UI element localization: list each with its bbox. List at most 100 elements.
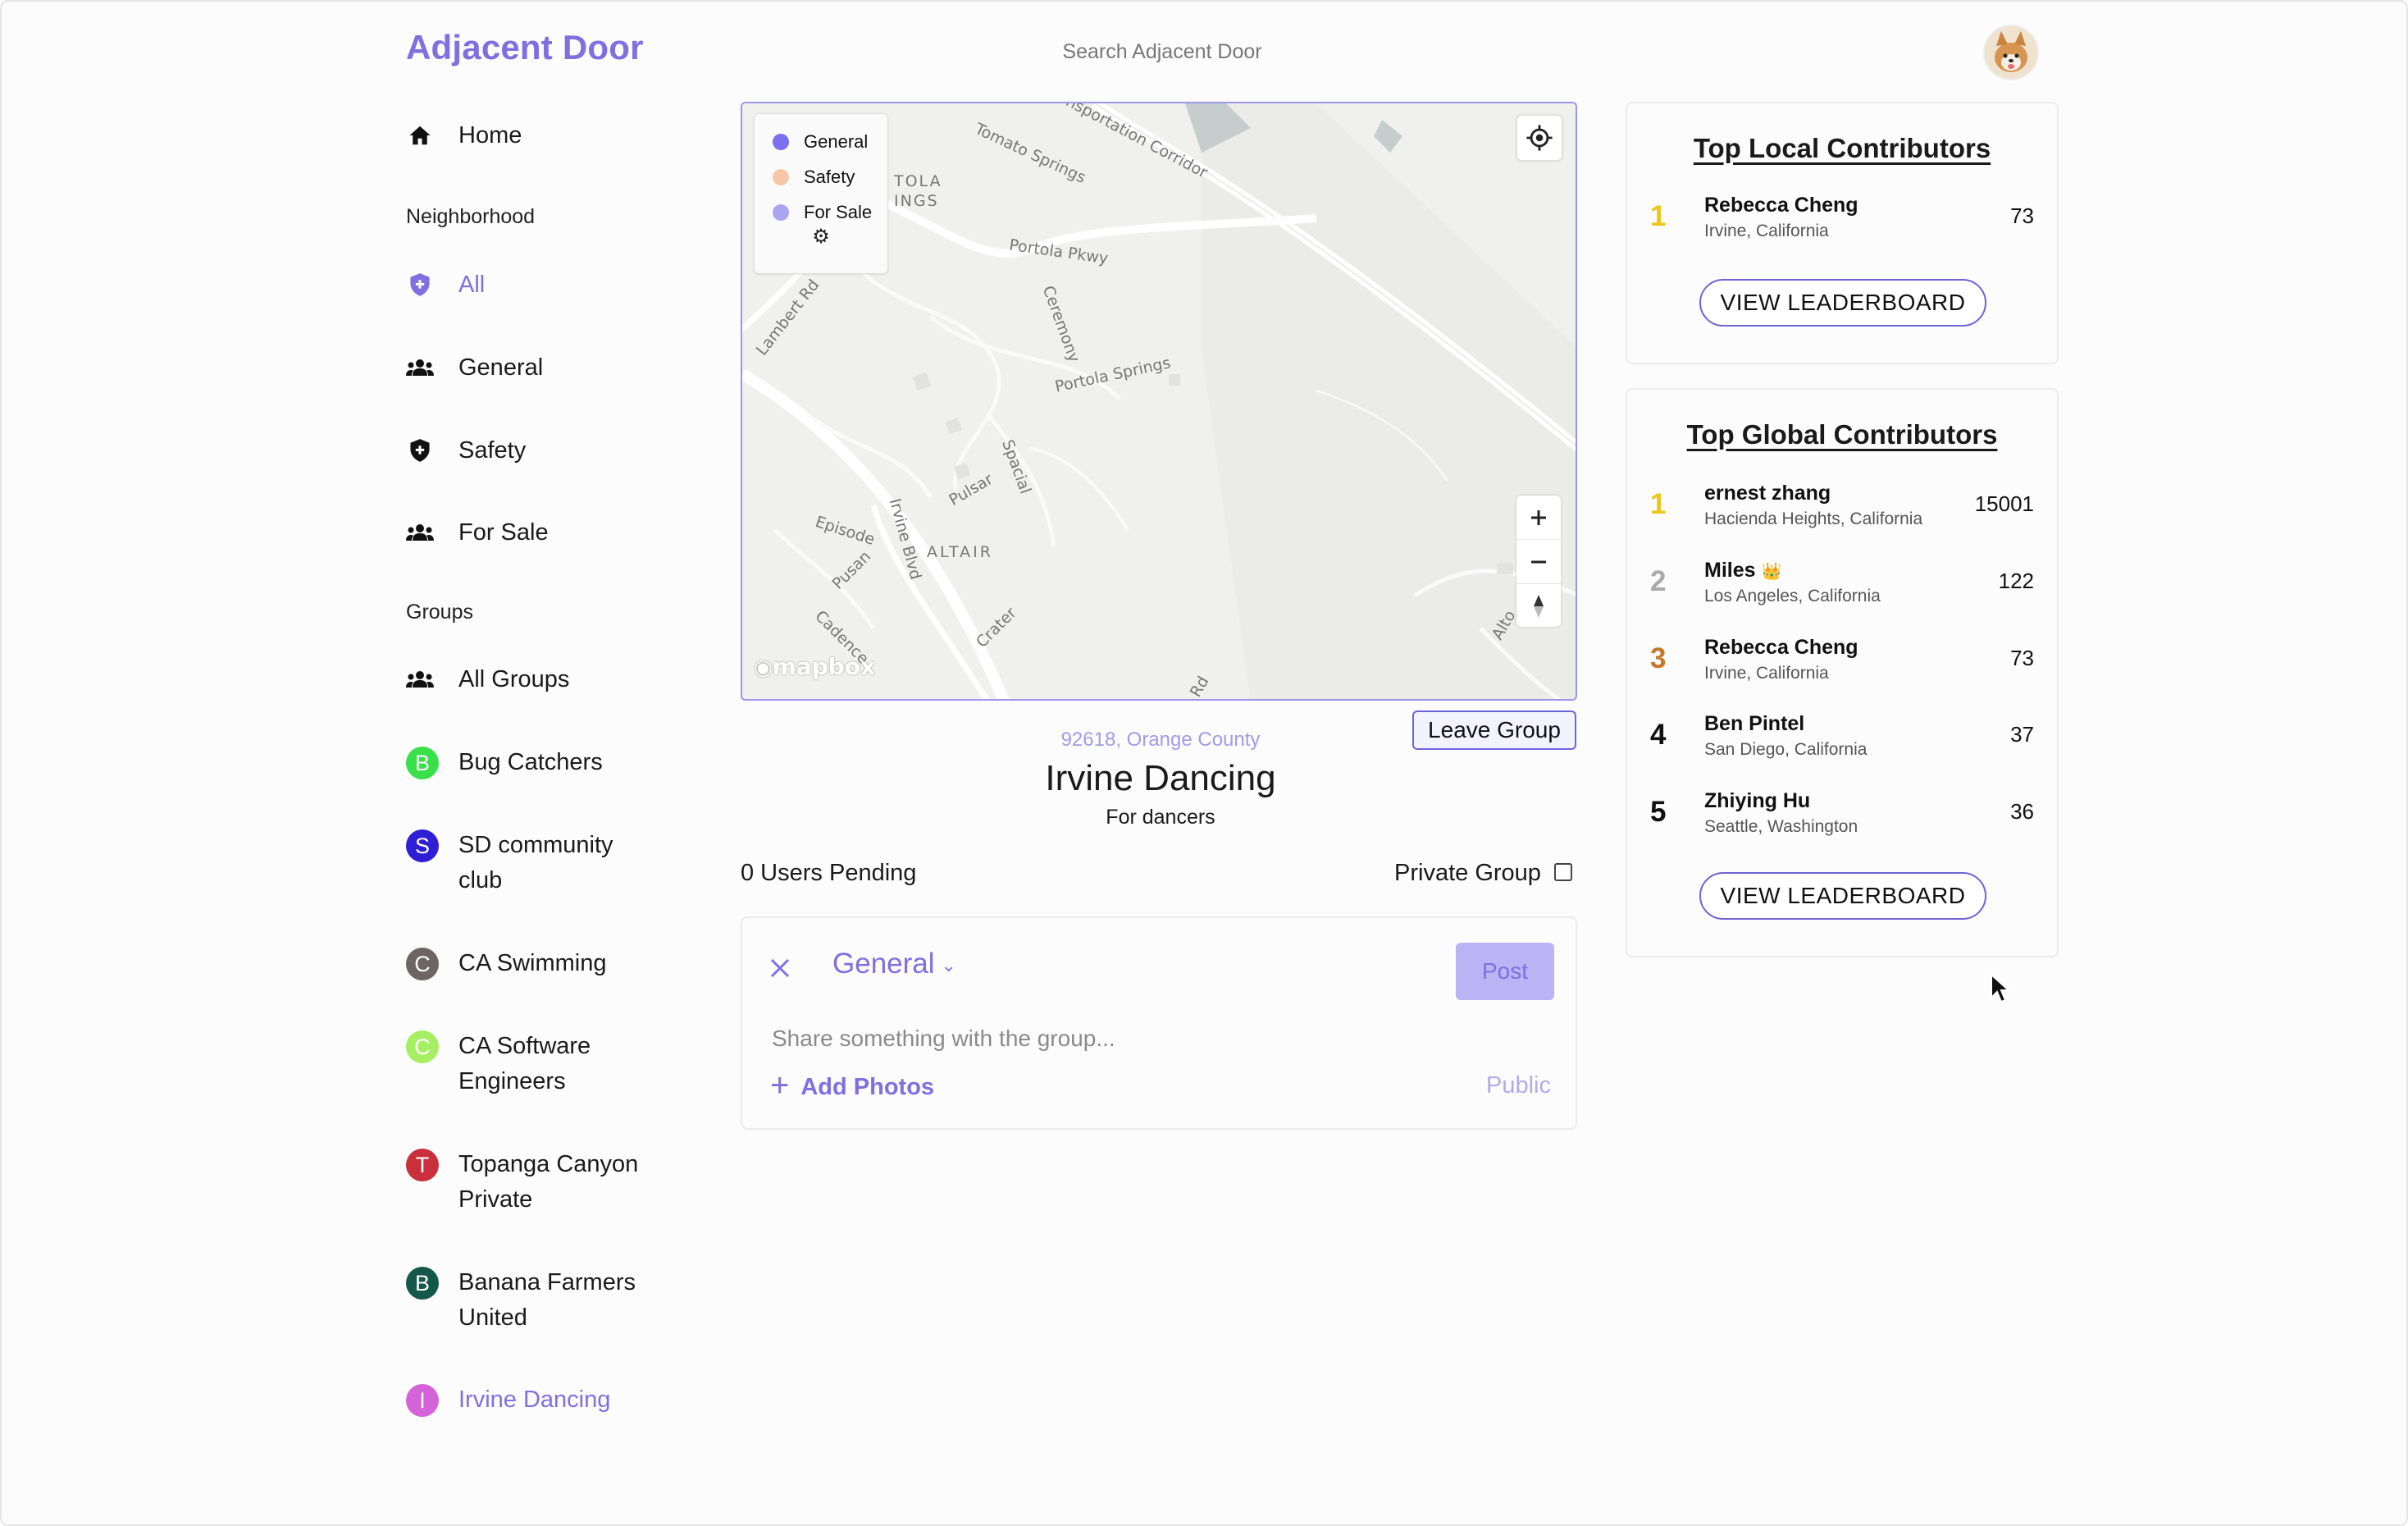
contributor-name: Ben Pintel — [1704, 712, 1805, 735]
search-input[interactable] — [968, 34, 1357, 69]
group-initial-badge: B — [406, 747, 439, 779]
zoom-in-button[interactable] — [1516, 496, 1561, 540]
add-photos-button[interactable]: + Add Photos — [770, 1067, 935, 1104]
legend-row-general[interactable]: General — [755, 124, 887, 159]
nav-neighborhood-all[interactable]: All — [406, 271, 485, 299]
crosshair-icon — [1526, 125, 1553, 151]
group-item-irvine-dancing[interactable]: I Irvine Dancing — [406, 1384, 655, 1418]
group-item-ca-software-engineers[interactable]: C CA Software Engineers — [406, 1030, 655, 1099]
contributor-name: Rebecca Cheng — [1704, 194, 1858, 217]
contributor-row[interactable]: 4 Ben Pintel San Diego, California 37 — [1627, 707, 2057, 765]
group-label: Banana Farmers United — [458, 1269, 636, 1331]
avatar[interactable] — [1983, 25, 2039, 80]
legend-label: Safety — [804, 166, 855, 187]
visibility-toggle[interactable]: Public — [1486, 1072, 1551, 1099]
nav-home[interactable]: Home — [406, 121, 522, 149]
nav-label: Safety — [458, 436, 527, 464]
gear-icon[interactable]: ⚙ — [755, 225, 887, 249]
mapbox-logo[interactable]: ◉mapbox — [754, 653, 875, 680]
chevron-down-icon: ⌄ — [941, 954, 956, 975]
add-photos-label: Add Photos — [800, 1074, 935, 1100]
nav-neighborhood-safety[interactable]: Safety — [406, 436, 526, 464]
groups-heading: Groups — [406, 601, 473, 624]
group-item-bug-catchers[interactable]: B Bug Catchers — [406, 747, 655, 780]
view-leaderboard-button[interactable]: VIEW LEADERBOARD — [1699, 872, 1986, 920]
leave-group-button[interactable]: Leave Group — [1412, 710, 1576, 750]
legend-label: General — [804, 130, 869, 152]
zoom-controls — [1516, 496, 1561, 627]
panel-title: Top Local Contributors — [1693, 133, 1991, 163]
map[interactable]: nsportation Corridor Tomato Springs TOLA… — [741, 102, 1577, 701]
geolocate-button[interactable] — [1516, 115, 1562, 161]
post-button[interactable]: Post — [1456, 943, 1554, 1000]
contributor-rank: 3 — [1650, 642, 1667, 674]
group-initial-badge: I — [406, 1384, 439, 1417]
category-selected: General — [832, 948, 935, 980]
group-initial-badge: T — [406, 1149, 439, 1181]
view-leaderboard-button[interactable]: VIEW LEADERBOARD — [1699, 279, 1986, 327]
nav-label: For Sale — [458, 519, 549, 546]
contributor-name: ernest zhang — [1704, 482, 1831, 505]
contributor-location: Los Angeles, California — [1704, 587, 1881, 605]
nav-all-groups-label: All Groups — [458, 665, 570, 692]
minus-icon — [1531, 560, 1546, 563]
contributor-rank: 5 — [1650, 796, 1667, 828]
contributor-row[interactable]: 2 Miles 👑 Los Angeles, California 122 — [1627, 554, 2057, 611]
legend-label: For Sale — [804, 201, 873, 222]
private-group-checkbox[interactable] — [1553, 862, 1572, 881]
mapbox-attribution: mapbox — [772, 653, 876, 680]
group-item-banana-farmers-united[interactable]: B Banana Farmers United — [406, 1267, 655, 1336]
group-description: For dancers — [1106, 806, 1215, 829]
app-logo[interactable]: Adjacent Door — [406, 28, 644, 67]
contributor-row[interactable]: 1 Rebecca Cheng Irvine, California 73 — [1627, 189, 2057, 246]
contributor-row[interactable]: 1 ernest zhang Hacienda Heights, Califor… — [1627, 477, 2057, 534]
contributor-location: Irvine, California — [1704, 222, 1829, 240]
group-item-sd-community-club[interactable]: S SD community club — [406, 829, 655, 898]
contributor-row[interactable]: 3 Rebecca Cheng Irvine, California 73 — [1627, 631, 2057, 688]
group-item-topanga-canyon-private[interactable]: T Topanga Canyon Private — [406, 1149, 655, 1218]
legend-row-safety[interactable]: Safety — [755, 159, 887, 194]
home-icon — [406, 121, 434, 149]
contributor-location: Hacienda Heights, California — [1704, 509, 1923, 528]
contributor-rank: 2 — [1650, 565, 1667, 597]
close-icon[interactable] — [768, 953, 791, 987]
contributor-name: Miles 👑 — [1704, 559, 1781, 583]
group-label: Irvine Dancing — [458, 1387, 611, 1413]
panel-title: Top Global Contributors — [1686, 419, 1998, 450]
plus-icon — [1531, 509, 1546, 525]
nav-all-groups[interactable]: All Groups — [406, 665, 569, 693]
plus-icon: + — [770, 1067, 790, 1103]
group-label: Topanga Canyon Private — [458, 1151, 639, 1213]
legend-dot — [773, 203, 789, 221]
map-area-label: ALTAIR — [927, 543, 993, 561]
group-label: SD community club — [458, 832, 613, 893]
zoom-out-button[interactable] — [1516, 540, 1561, 584]
group-initial-badge: C — [406, 1030, 439, 1063]
map-area-label: INGS — [894, 192, 939, 210]
contributor-score: 36 — [2010, 799, 2034, 824]
legend-dot — [773, 168, 789, 185]
post-text-input[interactable] — [770, 1025, 1430, 1053]
category-dropdown[interactable]: General ⌄ — [832, 948, 956, 980]
contributor-rank: 1 — [1650, 488, 1667, 520]
nav-neighborhood-for-sale[interactable]: For Sale — [406, 519, 549, 546]
nav-neighborhood-general[interactable]: General — [406, 354, 543, 382]
mouse-cursor-icon — [1990, 972, 2011, 1008]
users-pending[interactable]: 0 Users Pending — [741, 860, 916, 887]
contributor-name: Zhiying Hu — [1704, 789, 1811, 812]
group-item-ca-swimming[interactable]: C CA Swimming — [406, 948, 655, 981]
compass-button[interactable] — [1516, 584, 1561, 627]
contributor-row[interactable]: 5 Zhiying Hu Seattle, Washington 36 — [1627, 784, 2057, 842]
group-title: Irvine Dancing — [1045, 758, 1276, 798]
private-group-toggle[interactable]: Private Group — [1394, 860, 1572, 887]
local-contributors-panel: Top Local Contributors 1 Rebecca Cheng I… — [1626, 102, 2059, 364]
group-label: Bug Catchers — [458, 749, 603, 775]
nav-label: General — [458, 354, 544, 381]
people-icon — [406, 354, 434, 382]
private-group-label: Private Group — [1394, 860, 1541, 886]
people-icon — [406, 665, 434, 693]
contributor-rank: 1 — [1650, 200, 1667, 232]
global-contributors-panel: Top Global Contributors 1 ernest zhang H… — [1626, 388, 2059, 957]
contributor-score: 37 — [2010, 722, 2034, 747]
crown-icon: 👑 — [1761, 563, 1782, 581]
